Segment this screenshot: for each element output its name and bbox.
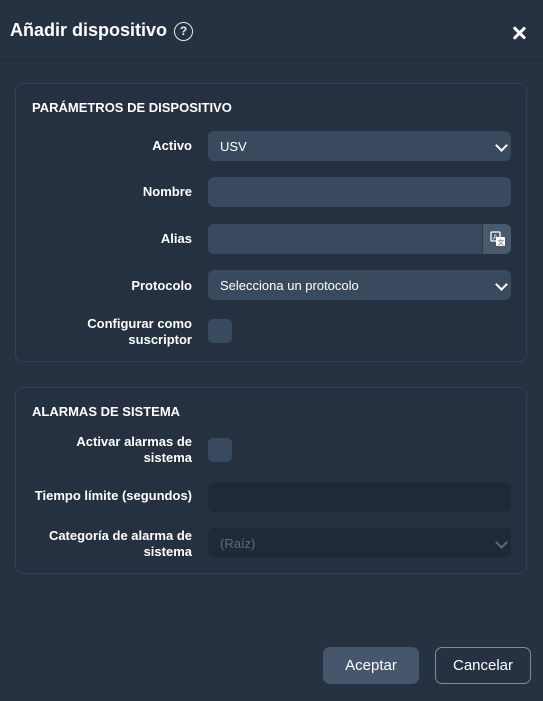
device-params-heading: PARÁMETROS DE DISPOSITIVO bbox=[32, 100, 232, 115]
enable-alarms-label-line2: sistema bbox=[143, 450, 192, 465]
alias-input[interactable]: A 文 bbox=[208, 224, 511, 254]
name-input[interactable] bbox=[208, 177, 511, 207]
dialog-title: Añadir dispositivo bbox=[10, 20, 168, 40]
subscriber-checkbox[interactable] bbox=[208, 319, 232, 343]
subscriber-label-line2: suscriptor bbox=[128, 332, 192, 347]
subscriber-label: Configurar como suscriptor bbox=[15, 316, 192, 348]
active-label: Activo bbox=[152, 138, 192, 153]
timeout-label: Tiempo límite (segundos) bbox=[34, 488, 192, 503]
chevron-down-icon bbox=[495, 139, 508, 152]
enable-alarms-label-line1: Activar alarmas de bbox=[76, 434, 192, 449]
close-icon[interactable] bbox=[510, 24, 528, 42]
active-select[interactable]: USV bbox=[208, 131, 511, 161]
protocol-select[interactable]: Selecciona un protocolo bbox=[208, 270, 511, 300]
active-select-value: USV bbox=[220, 139, 247, 154]
cancel-button[interactable]: Cancelar bbox=[435, 647, 531, 684]
alarm-category-value: (Raíz) bbox=[220, 536, 256, 551]
translate-icon: A 文 bbox=[490, 231, 505, 246]
translate-button[interactable]: A 文 bbox=[482, 224, 511, 254]
alarm-category-select[interactable]: (Raíz) bbox=[208, 528, 511, 558]
timeout-input[interactable] bbox=[208, 482, 511, 512]
protocol-select-value: Selecciona un protocolo bbox=[220, 278, 359, 293]
dialog-header: Añadir dispositivo ? bbox=[0, 0, 543, 61]
system-alarms-heading: ALARMAS DE SISTEMA bbox=[32, 404, 181, 419]
enable-alarms-checkbox[interactable] bbox=[208, 438, 232, 462]
help-icon[interactable]: ? bbox=[174, 22, 193, 41]
add-device-dialog: Añadir dispositivo ? PARÁMETROS DE DISPO… bbox=[0, 0, 543, 701]
enable-alarms-label: Activar alarmas de sistema bbox=[15, 434, 192, 466]
chevron-down-icon bbox=[495, 536, 508, 549]
alarm-category-label-line1: Categoría de alarma de bbox=[48, 528, 192, 543]
subscriber-label-line1: Configurar como bbox=[87, 316, 192, 331]
name-label: Nombre bbox=[142, 184, 192, 199]
alarm-category-label-line2: sistema bbox=[143, 544, 192, 559]
alarm-category-label: Categoría de alarma de sistema bbox=[15, 528, 192, 560]
alias-label: Alias bbox=[160, 231, 192, 246]
chevron-down-icon bbox=[495, 278, 508, 291]
accept-button[interactable]: Aceptar bbox=[323, 647, 419, 684]
protocol-label: Protocolo bbox=[131, 278, 192, 293]
svg-text:文: 文 bbox=[498, 237, 505, 246]
